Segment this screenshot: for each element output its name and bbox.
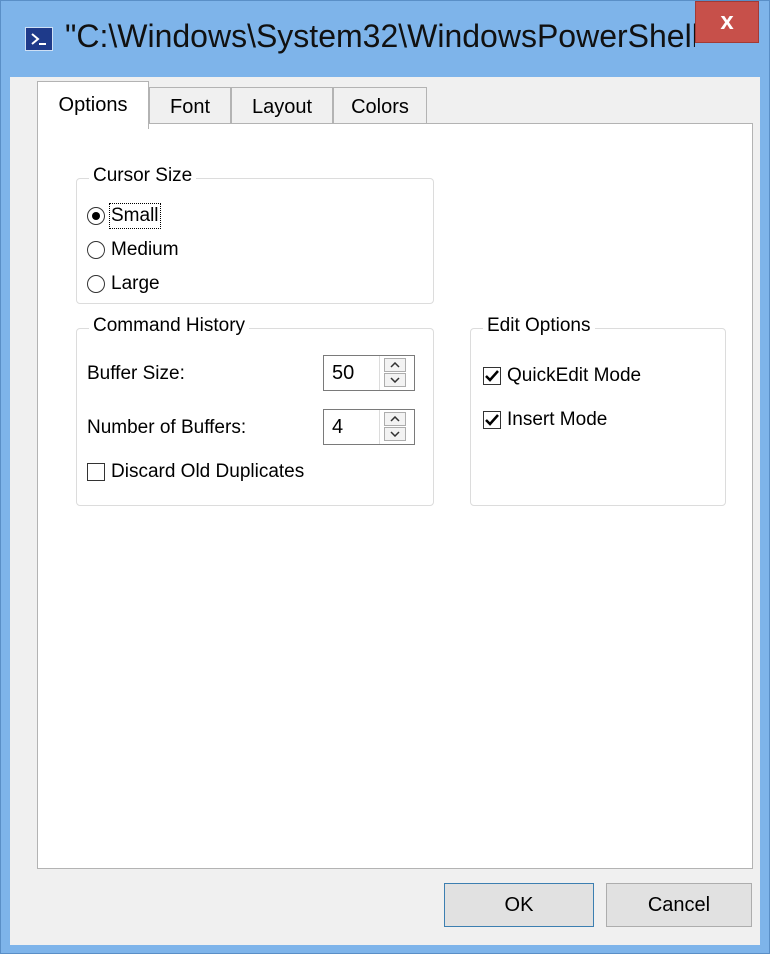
number-of-buffers-value[interactable]: 4: [332, 416, 343, 439]
radio-large-button[interactable]: [87, 275, 105, 293]
cancel-button[interactable]: Cancel: [606, 883, 752, 927]
discard-duplicates-checkbox[interactable]: [87, 463, 105, 481]
quickedit-checkbox[interactable]: [483, 367, 501, 385]
number-of-buffers-up-button[interactable]: [384, 412, 406, 426]
title-bar[interactable]: "C:\Windows\System32\WindowsPowerShell\.…: [1, 1, 769, 77]
insert-mode-checkbox[interactable]: [483, 411, 501, 429]
tab-layout[interactable]: Layout: [231, 87, 333, 127]
radio-small-label: Small: [109, 203, 161, 229]
buffer-size-value[interactable]: 50: [332, 362, 354, 385]
buffer-size-up-button[interactable]: [384, 358, 406, 372]
properties-window: "C:\Windows\System32\WindowsPowerShell\.…: [0, 0, 770, 954]
radio-large-label: Large: [111, 273, 160, 294]
tab-options[interactable]: Options: [37, 81, 149, 129]
chevron-down-icon: [390, 377, 400, 383]
radio-medium-label: Medium: [111, 239, 179, 260]
number-of-buffers-down-button[interactable]: [384, 427, 406, 441]
radio-medium[interactable]: Medium: [87, 239, 179, 261]
cursor-size-group: Cursor Size Small Medium Large: [76, 165, 434, 304]
number-of-buffers-spinner[interactable]: 4: [323, 409, 415, 445]
number-of-buffers-spin-buttons: [379, 410, 414, 444]
ok-button[interactable]: OK: [444, 883, 594, 927]
radio-small-button[interactable]: [87, 207, 105, 225]
checkmark-icon: [485, 370, 499, 382]
edit-options-group: Edit Options QuickEdit Mode Insert Mode: [470, 315, 726, 506]
radio-large[interactable]: Large: [87, 273, 160, 295]
options-tab-panel: Cursor Size Small Medium Large Command H…: [37, 123, 753, 869]
tab-font[interactable]: Font: [149, 87, 231, 127]
powershell-icon: [25, 27, 53, 51]
window-title: "C:\Windows\System32\WindowsPowerShell\.…: [65, 18, 695, 54]
edit-options-title: Edit Options: [483, 315, 595, 337]
radio-medium-button[interactable]: [87, 241, 105, 259]
chevron-up-icon: [390, 416, 400, 422]
discard-duplicates-option[interactable]: Discard Old Duplicates: [87, 461, 304, 483]
buffer-size-spinner[interactable]: 50: [323, 355, 415, 391]
close-button[interactable]: x: [695, 1, 759, 43]
chevron-up-icon: [390, 362, 400, 368]
buffer-size-down-button[interactable]: [384, 373, 406, 387]
cursor-size-title: Cursor Size: [89, 165, 197, 187]
insert-mode-label: Insert Mode: [507, 409, 608, 430]
buffer-size-label: Buffer Size:: [87, 363, 185, 384]
number-of-buffers-label: Number of Buffers:: [87, 417, 247, 438]
quickedit-option[interactable]: QuickEdit Mode: [483, 365, 641, 387]
checkmark-icon: [485, 414, 499, 426]
discard-duplicates-label: Discard Old Duplicates: [111, 461, 305, 482]
chevron-down-icon: [390, 431, 400, 437]
radio-small[interactable]: Small: [87, 203, 161, 229]
quickedit-label: QuickEdit Mode: [507, 365, 642, 386]
command-history-group: Command History Buffer Size: 50 Number o…: [76, 315, 434, 506]
buffer-size-spin-buttons: [379, 356, 414, 390]
dialog-client-area: Options Font Layout Colors Cursor Size S…: [10, 77, 760, 945]
command-history-title: Command History: [89, 315, 250, 337]
close-icon: x: [720, 8, 734, 35]
tab-colors[interactable]: Colors: [333, 87, 427, 127]
insert-mode-option[interactable]: Insert Mode: [483, 409, 607, 431]
